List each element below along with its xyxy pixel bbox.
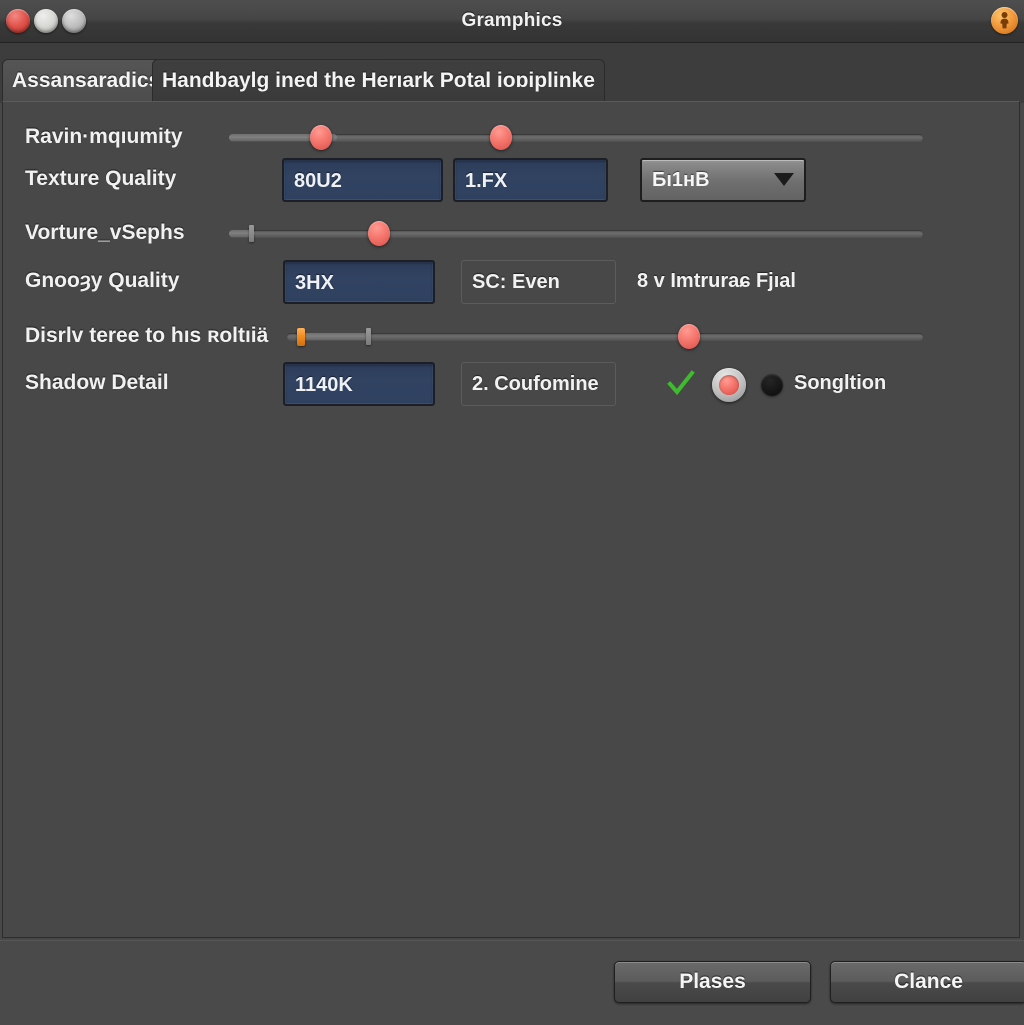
row-shadow-detail: Shadow Detail 1140K 2. Coufomine Songlti… xyxy=(3,362,1019,410)
radio-group-label: Songltion xyxy=(794,372,887,394)
row-ravin-mqiumity: Ravin·mqıumity xyxy=(3,124,1019,154)
label-texture-quality: Texture Quality xyxy=(25,167,177,190)
slider-track[interactable] xyxy=(229,230,923,237)
label-disrlv-teree: Disrlv teree to hıs ʀoltıiä xyxy=(25,324,269,347)
shadow-detail-field-2[interactable]: 2. Coufomine xyxy=(461,362,616,406)
chevron-down-icon xyxy=(774,173,794,186)
radio-unselected[interactable] xyxy=(761,374,783,396)
slider-handle-red[interactable] xyxy=(678,324,700,349)
slider-handle-1[interactable] xyxy=(368,221,390,246)
tab-strip: Assansaradics Handbaylg ined the Herıark… xyxy=(0,43,1024,103)
row-disrlv-teree: Disrlv teree to hıs ʀoltıiä xyxy=(3,323,1019,353)
dropdown-value: Бı1нB xyxy=(652,169,710,191)
gnoozy-quality-note: 8 v Imtruraɕ Fjıal xyxy=(637,270,796,292)
settings-panel: Ravin·mqıumity Texture Quality 80U2 1.FX… xyxy=(2,101,1020,938)
label-ravin-mqiumity: Ravin·mqıumity xyxy=(25,125,183,148)
orange-person-icon[interactable] xyxy=(991,7,1018,34)
cancel-button[interactable]: Clance xyxy=(830,961,1024,1003)
tab-handbaylg[interactable]: Handbaylg ined the Herıark Potal ioɒipli… xyxy=(152,59,605,103)
shadow-detail-field-1[interactable]: 1140K xyxy=(283,362,435,406)
window-title: Gramphics xyxy=(461,10,563,31)
radio-selected[interactable] xyxy=(712,368,746,402)
row-texture-quality: Texture Quality 80U2 1.FX Бı1нB xyxy=(3,158,1019,206)
slider-vorture-vsephs[interactable] xyxy=(229,220,923,246)
apply-button[interactable]: Plases xyxy=(614,961,811,1003)
slider-disrlv-teree[interactable] xyxy=(287,323,923,349)
dialog-footer: Plases Clance xyxy=(0,940,1024,1025)
slider-track[interactable] xyxy=(287,333,923,340)
title-bar: Gramphics xyxy=(0,0,1024,43)
slider-fill xyxy=(301,333,369,340)
tab-assansaradics[interactable]: Assansaradics xyxy=(2,59,171,103)
slider-tick xyxy=(249,225,254,242)
texture-quality-field-1[interactable]: 80U2 xyxy=(282,158,443,202)
slider-handle-2[interactable] xyxy=(490,125,512,150)
label-shadow-detail: Shadow Detail xyxy=(25,371,169,394)
label-vorture-vsephs: Vorture_vSephs xyxy=(25,221,185,244)
row-gnoozy-quality: Gnooȝy Quality 3HX SC: Even 8 v Imtruraɕ… xyxy=(3,260,1019,308)
texture-quality-field-2[interactable]: 1.FX xyxy=(453,158,608,202)
row-vorture-vsephs: Vorture_vSephs xyxy=(3,220,1019,250)
gnoozy-quality-field-2[interactable]: SC: Even xyxy=(461,260,616,304)
slider-handle-1[interactable] xyxy=(310,125,332,150)
slider-tick xyxy=(366,328,371,345)
slider-handle-orange[interactable] xyxy=(297,328,305,346)
gnoozy-quality-field-1[interactable]: 3HX xyxy=(283,260,435,304)
label-gnoozy-quality: Gnooȝy Quality xyxy=(25,269,180,292)
texture-quality-dropdown[interactable]: Бı1нB xyxy=(640,158,806,202)
slider-ravin-mqiumity[interactable] xyxy=(229,124,923,150)
settings-window: Gramphics Assansaradics Handbaylg ined t… xyxy=(0,0,1024,1025)
check-icon xyxy=(666,369,696,404)
